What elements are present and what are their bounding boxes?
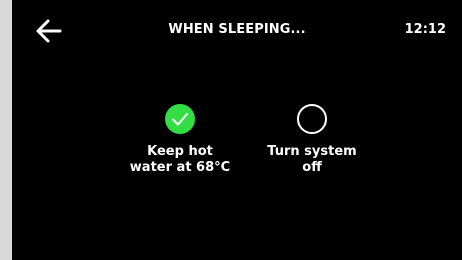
radio-selected[interactable] xyxy=(165,104,195,134)
checkmark-icon xyxy=(172,113,188,126)
option-keep-hot-water[interactable]: Keep hot water at 68°C xyxy=(115,104,245,176)
option-label-line2: water at 68°C xyxy=(129,160,231,175)
page-title: WHEN SLEEPING... xyxy=(168,22,306,37)
option-label-line1: Turn system xyxy=(267,144,357,159)
option-label: Turn system off xyxy=(247,144,377,176)
radio-unselected[interactable] xyxy=(297,104,327,134)
option-turn-system-off[interactable]: Turn system off xyxy=(247,104,377,176)
option-label-line1: Keep hot xyxy=(147,144,213,159)
clock-time: 12:12 xyxy=(404,22,446,37)
sleep-settings-screen: WHEN SLEEPING... 12:12 Keep hot water at… xyxy=(12,0,462,260)
option-label: Keep hot water at 68°C xyxy=(115,144,245,176)
option-label-line2: off xyxy=(302,160,322,175)
